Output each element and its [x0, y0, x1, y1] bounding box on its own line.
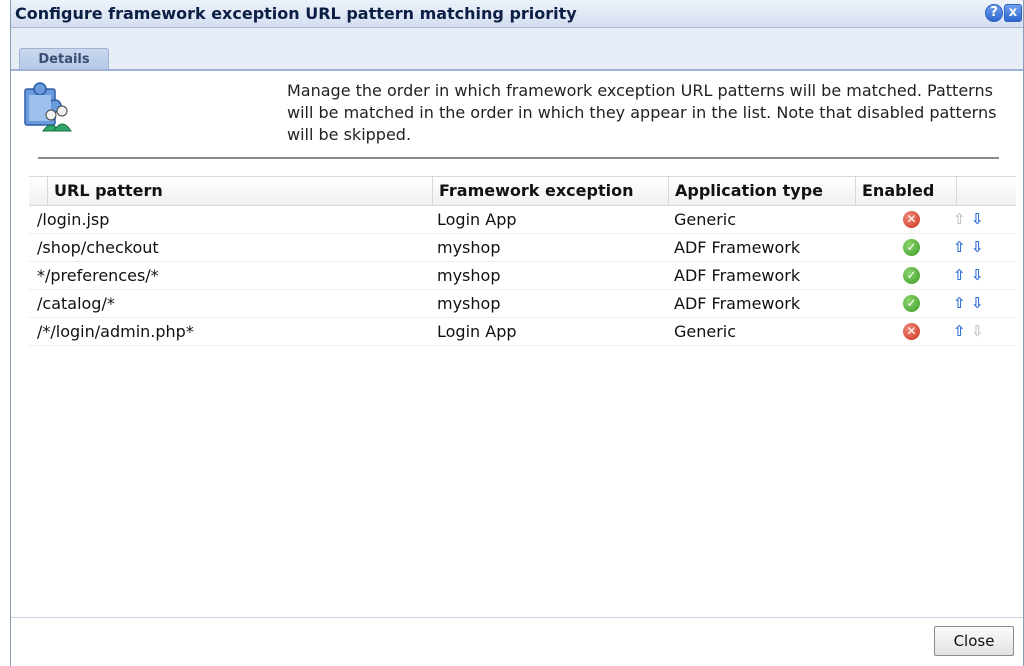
arrow-down-icon: ⇩	[971, 322, 984, 340]
arrow-down-icon[interactable]: ⇩	[971, 236, 984, 258]
tab-details[interactable]: Details	[19, 48, 109, 71]
column-header-url-pattern[interactable]: URL pattern	[47, 177, 432, 206]
framework-exception-cell: myshop	[437, 266, 501, 285]
tab-strip: Details	[11, 28, 1023, 71]
application-type-cell: ADF Framework	[674, 294, 801, 313]
arrow-down-icon[interactable]: ⇩	[971, 292, 984, 314]
url-pattern-cell: */preferences/*	[37, 266, 159, 285]
close-button[interactable]: Close	[934, 626, 1014, 656]
check-circle-icon[interactable]: ✓	[903, 295, 920, 312]
url-pattern-cell: /*/login/admin.php*	[37, 322, 194, 341]
x-circle-icon[interactable]: ✕	[903, 211, 920, 228]
title-bar: Configure framework exception URL patter…	[11, 0, 1023, 28]
check-circle-icon[interactable]: ✓	[903, 267, 920, 284]
application-type-cell: Generic	[674, 210, 737, 229]
arrow-up-icon[interactable]: ⇧	[953, 292, 966, 314]
arrow-up-icon[interactable]: ⇧	[953, 320, 966, 342]
puzzle-users-icon	[24, 82, 72, 132]
x-circle-icon[interactable]: ✕	[903, 323, 920, 340]
arrow-up-icon[interactable]: ⇧	[953, 236, 966, 258]
column-header-framework-exception[interactable]: Framework exception	[432, 177, 668, 206]
details-panel: Manage the order in which framework exce…	[11, 71, 1023, 617]
url-pattern-cell: /login.jsp	[37, 210, 110, 229]
table-row[interactable]: /catalog/* myshop ADF Framework ✓ ⇧ ⇩	[29, 290, 1016, 318]
application-type-cell: ADF Framework	[674, 238, 801, 257]
column-header-application-type[interactable]: Application type	[668, 177, 855, 206]
table-row[interactable]: */preferences/* myshop ADF Framework ✓ ⇧…	[29, 262, 1016, 290]
arrow-down-icon[interactable]: ⇩	[971, 208, 984, 230]
arrow-up-icon[interactable]: ⇧	[953, 264, 966, 286]
framework-exception-cell: Login App	[437, 322, 517, 341]
application-type-cell: ADF Framework	[674, 266, 801, 285]
table-row[interactable]: /login.jsp Login App Generic ✕ ⇧ ⇩	[29, 206, 1016, 234]
dialog-footer: Close	[11, 617, 1023, 666]
arrow-down-icon[interactable]: ⇩	[971, 264, 984, 286]
help-button[interactable]: ?	[985, 4, 1003, 22]
framework-exception-cell: myshop	[437, 294, 501, 313]
dialog-title: Configure framework exception URL patter…	[15, 4, 577, 23]
description-text: Manage the order in which framework exce…	[287, 81, 997, 144]
application-type-cell: Generic	[674, 322, 737, 341]
separator	[38, 157, 999, 159]
arrow-up-icon: ⇧	[953, 210, 966, 228]
column-header-order	[956, 177, 1016, 206]
table-row[interactable]: /shop/checkout myshop ADF Framework ✓ ⇧ …	[29, 234, 1016, 262]
url-pattern-cell: /catalog/*	[37, 294, 115, 313]
close-window-button[interactable]: x	[1004, 4, 1022, 22]
pattern-table: URL pattern Framework exception Applicat…	[29, 176, 1016, 346]
url-pattern-cell: /shop/checkout	[37, 238, 159, 257]
framework-exception-cell: myshop	[437, 238, 501, 257]
table-row[interactable]: /*/login/admin.php* Login App Generic ✕ …	[29, 318, 1016, 346]
framework-exception-cell: Login App	[437, 210, 517, 229]
check-circle-icon[interactable]: ✓	[903, 239, 920, 256]
column-header-enabled[interactable]: Enabled	[855, 177, 956, 206]
dialog: Configure framework exception URL patter…	[10, 0, 1024, 666]
table-header: URL pattern Framework exception Applicat…	[29, 176, 1016, 206]
